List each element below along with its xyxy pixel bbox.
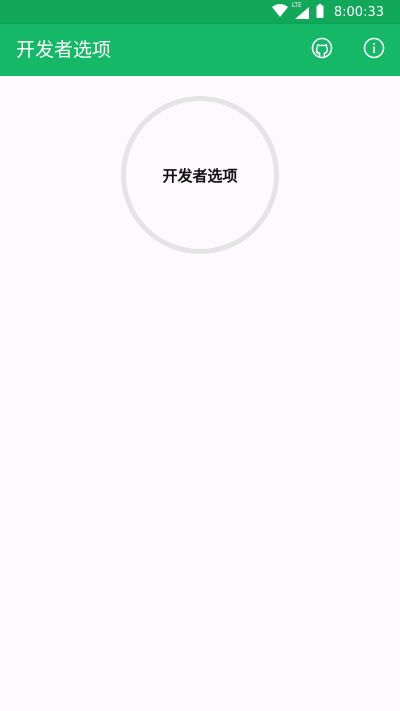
app-bar-actions	[296, 24, 400, 76]
status-icons: LTE 8:00:33	[271, 0, 384, 24]
info-icon	[363, 37, 385, 63]
github-button[interactable]	[296, 24, 348, 76]
wifi-icon	[271, 3, 288, 22]
network-type-label: LTE	[291, 2, 302, 9]
status-bar: LTE 8:00:33	[0, 0, 400, 24]
developer-options-toggle[interactable]: 开发者选项	[121, 96, 279, 254]
cellular-signal-icon: LTE	[291, 2, 310, 19]
app-bar: 开发者选项	[0, 24, 400, 76]
status-time: 8:00:33	[333, 4, 384, 20]
toggle-label: 开发者选项	[162, 166, 238, 185]
github-icon	[311, 37, 333, 63]
battery-icon	[316, 3, 324, 22]
page-title: 开发者选项	[16, 39, 112, 61]
info-button[interactable]	[348, 24, 400, 76]
main-content: 开发者选项	[0, 76, 400, 711]
